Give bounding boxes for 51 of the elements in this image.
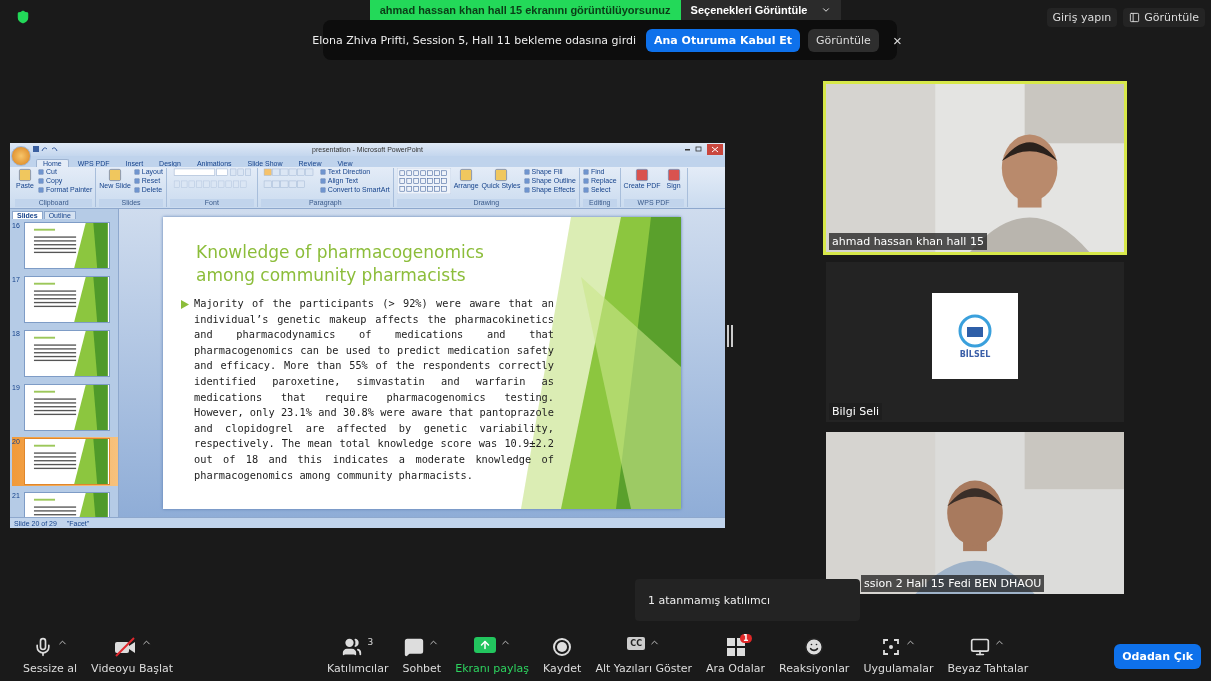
logo-text: BİLSEL xyxy=(959,349,991,359)
share-screen-icon xyxy=(473,637,496,653)
slide-body-text: Majority of the participants (> 92%) were aware that an individual’s genetic makeup affects the pharmacokinetics and pharmacodynamics of medications and that pharmacogenomics can be used to predict medication safety and efficacy. More than 55% of the respondents correctly identified paroxetine, simvastatin and warfarin as medications that require pharmacogenomics testing. However, only 23.1% and 30.8% were aware that pantoprazole and clopidogrel are affected by genetic variability, respectively. The mean total knowledge score was 10.9±2.2 out of 18 and this indicates a moderate knowledge of pharmacogenomics among community pharmacists. xyxy=(194,296,554,483)
chat-icon xyxy=(404,637,425,657)
toolbar-button[interactable]: Sessize al xyxy=(16,637,85,675)
toolbar-button[interactable]: CC Alt Yazıları Göster xyxy=(588,637,700,675)
ribbon-icon xyxy=(494,168,509,182)
notification-badge: 1 xyxy=(739,634,752,643)
view-button[interactable]: Görüntüle xyxy=(808,28,879,52)
toolbar-button[interactable]: Videoyu Başlat xyxy=(84,637,181,675)
shape-gallery-drawing[interactable] xyxy=(396,168,451,194)
admit-button[interactable]: Ana Oturuma Kabul Et xyxy=(646,28,801,52)
video-off-icon xyxy=(112,637,137,657)
participant-name: Bilgi Seli xyxy=(829,403,883,420)
split-handle[interactable] xyxy=(727,324,733,347)
window-controls-drawing[interactable] xyxy=(683,144,723,155)
close-button[interactable]: × xyxy=(886,31,908,49)
breakout-rooms-icon xyxy=(725,637,746,657)
sign-in-button[interactable]: Giriş yapın xyxy=(1046,8,1118,27)
ribbon-icon xyxy=(18,168,32,182)
whiteboard-icon xyxy=(970,637,991,657)
participant-name: ahmad hassan khan hall 15 xyxy=(829,233,987,250)
shield-icon xyxy=(16,10,30,24)
slide-title: Knowledge of pharmacogenomics among community pharmacists xyxy=(196,241,485,287)
leave-button[interactable]: Odadan Çık xyxy=(1114,643,1201,669)
toolbar-button[interactable]: Sohbet xyxy=(395,637,449,675)
toolbar-button[interactable]: Kaydet xyxy=(536,637,589,675)
ribbon-icon xyxy=(666,168,681,182)
sharing-banner: ahmad hassan khan hall 15 ekranını görüntülüyorsunuz xyxy=(369,0,681,20)
tooltip: 1 atanmamış katılımcı xyxy=(635,579,860,621)
chevron-icon xyxy=(821,5,832,15)
participants-icon xyxy=(342,637,363,657)
view-button[interactable]: Görüntüle xyxy=(1123,8,1205,27)
toolbar-button[interactable]: Beyaz Tahtalar xyxy=(940,637,1036,675)
ribbon-icon xyxy=(108,168,123,182)
record-icon xyxy=(552,637,573,657)
participant-count: 3 xyxy=(367,637,374,647)
toolbar-button[interactable]: 3 Katılımcılar xyxy=(320,637,396,675)
bullet-icon xyxy=(180,300,189,309)
ribbon-icon xyxy=(635,168,650,182)
notification-text: Elona Zhiva Prifti, Session 5, Hall 11 bekleme odasına girdi xyxy=(312,33,636,47)
view-options-button[interactable]: Seçenekleri Görüntüle xyxy=(680,0,842,20)
toolbar-button[interactable]: Ekranı paylaş xyxy=(448,637,537,675)
logo-icon xyxy=(958,313,992,348)
captions-icon: CC xyxy=(627,637,646,650)
layout-icon xyxy=(1129,12,1141,23)
apps-icon xyxy=(880,637,901,657)
toolbar-button[interactable]: Uygulamalar xyxy=(856,637,941,675)
ribbon-icon xyxy=(459,168,474,182)
toolbar-button[interactable]: Reaksiyonlar xyxy=(772,637,857,675)
participant-name: ssion 2 Hall 15 Fedi BEN DHAOU xyxy=(861,575,1045,592)
